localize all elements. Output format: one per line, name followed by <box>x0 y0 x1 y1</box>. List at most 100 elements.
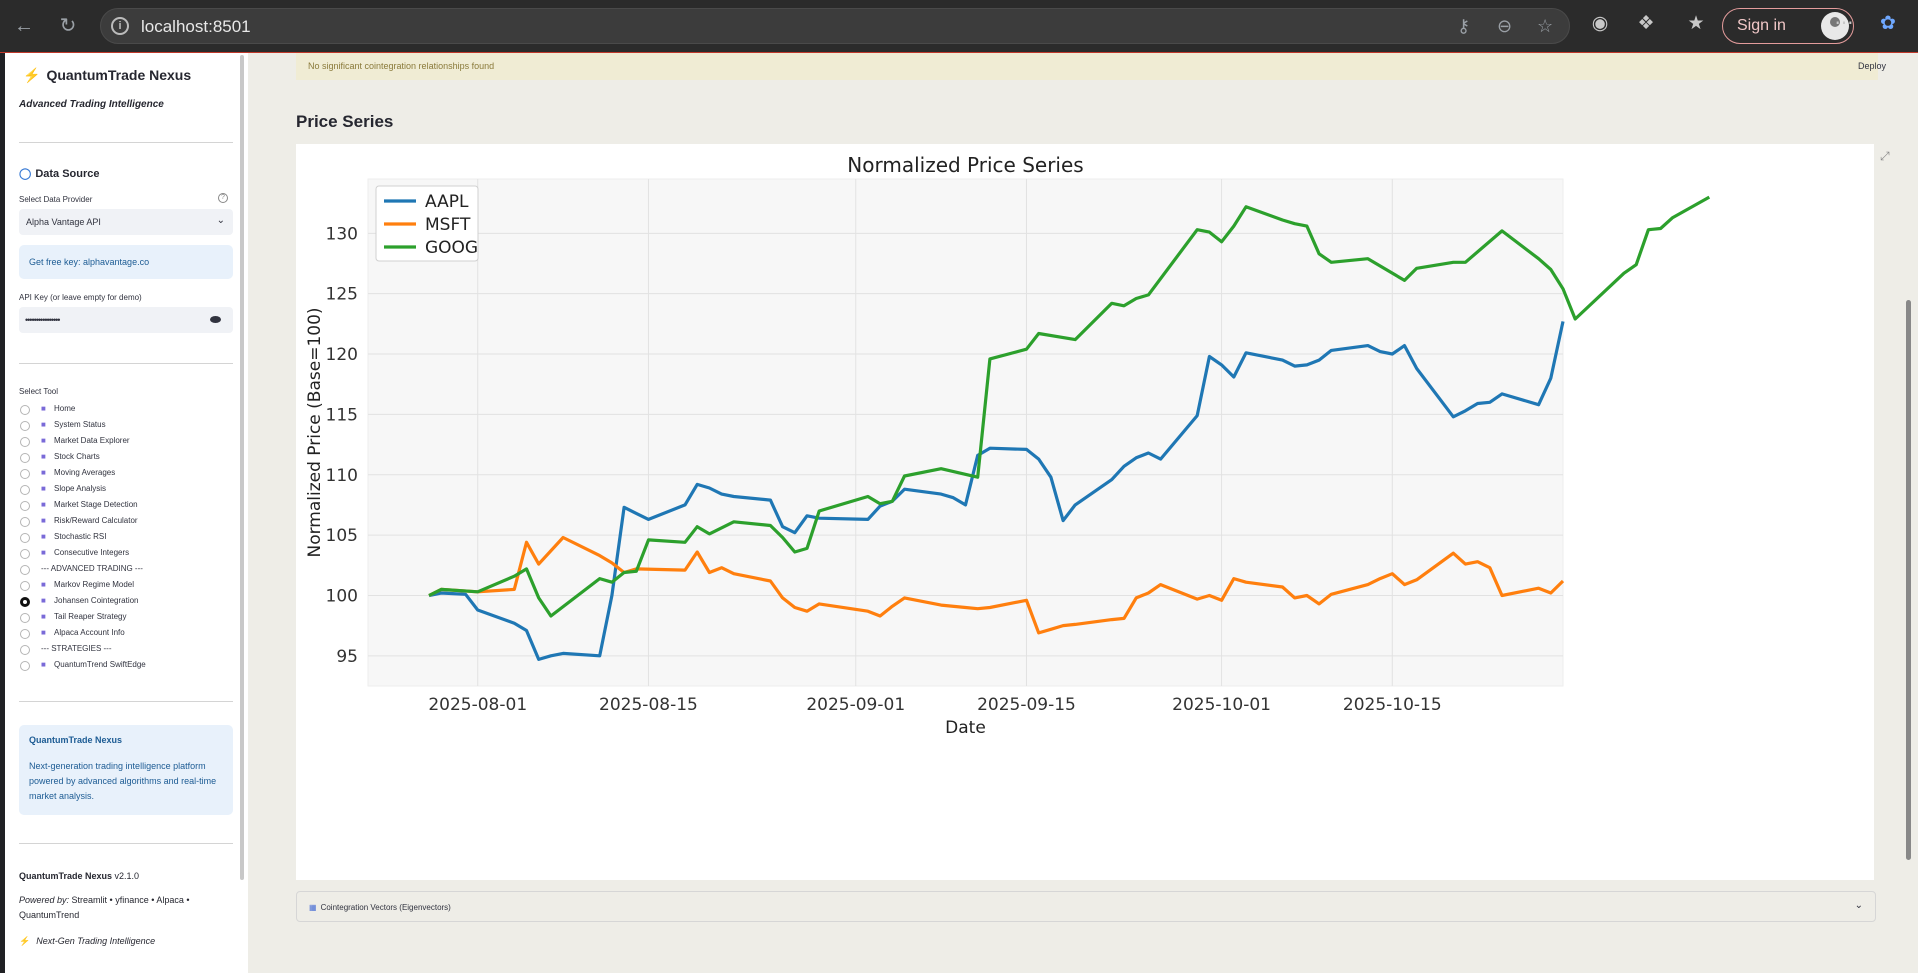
about-box: QuantumTrade Nexus Next-generation tradi… <box>19 725 233 815</box>
puzzle-icon[interactable]: ❖ <box>1632 12 1660 35</box>
chart-icon: ▦ <box>309 903 317 912</box>
favorites-icon[interactable]: ★ <box>1682 12 1710 35</box>
legend-label: MSFT <box>425 215 471 235</box>
radio-button[interactable] <box>20 485 30 495</box>
radio-button[interactable] <box>20 549 30 559</box>
radio-button[interactable] <box>20 661 30 671</box>
tool-option[interactable]: ■ Johansen Cointegration <box>19 595 146 611</box>
more-menu-icon[interactable]: ⋯ <box>1830 12 1858 35</box>
y-tick-label: 110 <box>326 466 358 486</box>
tool-option[interactable]: --- STRATEGIES --- <box>19 643 146 659</box>
tool-option[interactable]: ■ Tail Reaper Strategy <box>19 611 146 627</box>
sidebar-scrollbar[interactable] <box>240 55 244 880</box>
tool-label: Tail Reaper Strategy <box>54 612 127 621</box>
zoom-out-icon[interactable]: ⊖ <box>1497 16 1512 37</box>
cointegration-expander[interactable]: ▦ Cointegration Vectors (Eigenvectors) ⌄ <box>296 891 1876 922</box>
tool-option[interactable]: ■ Consecutive Integers <box>19 547 146 563</box>
info-box: Get free key: alphavantage.co <box>19 245 233 279</box>
tool-option[interactable]: ■ QuantumTrend SwiftEdge <box>19 659 146 675</box>
radio-button[interactable] <box>20 453 30 463</box>
star-icon[interactable]: ☆ <box>1537 16 1553 37</box>
tool-option[interactable]: ■ System Status <box>19 419 146 435</box>
tool-option[interactable]: ■ Alpaca Account Info <box>19 627 146 643</box>
tool-icon: ■ <box>41 660 46 669</box>
radio-button[interactable] <box>20 565 30 575</box>
provider-value: Alpha Vantage API <box>26 217 101 227</box>
x-tick-label: 2025-09-01 <box>806 695 905 715</box>
about-title: QuantumTrade Nexus <box>29 735 123 745</box>
tool-option[interactable]: ■ Stochastic RSI <box>19 531 146 547</box>
radio-button[interactable] <box>20 629 30 639</box>
api-key-value: •••••••••••••••• <box>25 315 60 325</box>
tool-option[interactable]: ■ Stock Charts <box>19 451 146 467</box>
tool-icon: ■ <box>41 452 46 461</box>
data-source-header: ◯ Data Source <box>19 167 100 180</box>
section-title: Price Series <box>296 112 394 131</box>
page-scrollbar[interactable] <box>1906 300 1911 860</box>
tool-option[interactable]: ■ Slope Analysis <box>19 483 146 499</box>
tool-option[interactable]: ■ Risk/Reward Calculator <box>19 515 146 531</box>
tool-option[interactable]: ■ Home <box>19 403 146 419</box>
sidebar: ⚡ QuantumTrade Nexus Advanced Trading Int… <box>5 53 248 973</box>
radio-button[interactable] <box>20 517 30 527</box>
y-tick-label: 100 <box>326 586 358 606</box>
y-tick-label: 130 <box>326 224 358 244</box>
address-bar[interactable]: i localhost:8501 ⚷ ⊖ ☆ <box>100 8 1570 44</box>
lightning-icon: ⚡ <box>19 936 31 946</box>
y-tick-label: 95 <box>336 647 358 667</box>
tool-option[interactable]: ■ Market Data Explorer <box>19 435 146 451</box>
lightning-icon: ⚡ <box>23 67 41 83</box>
radio-button[interactable] <box>20 597 30 607</box>
powered-prefix: Powered by: <box>19 895 70 905</box>
data-source-header-text: Data Source <box>35 168 100 180</box>
radio-button[interactable] <box>20 469 30 479</box>
site-info-icon[interactable]: i <box>111 17 129 35</box>
radio-button[interactable] <box>20 581 30 591</box>
radio-button[interactable] <box>20 405 30 415</box>
provider-select[interactable]: Alpha Vantage API ⌄ <box>19 209 233 235</box>
extension-icon[interactable]: ◉ <box>1586 12 1614 35</box>
url-text[interactable]: localhost:8501 <box>141 17 251 37</box>
tool-label: Market Data Explorer <box>54 436 130 445</box>
tool-label: --- STRATEGIES --- <box>41 644 112 653</box>
tool-option[interactable]: --- ADVANCED TRADING --- <box>19 563 146 579</box>
tool-option[interactable]: ■ Market Stage Detection <box>19 499 146 515</box>
tool-label: Moving Averages <box>54 468 116 477</box>
x-tick-label: 2025-10-15 <box>1343 695 1442 715</box>
fullscreen-icon[interactable]: ⤢ <box>1880 149 1890 164</box>
radio-button[interactable] <box>20 645 30 655</box>
deploy-button[interactable]: Deploy <box>1858 61 1886 71</box>
api-key-input[interactable]: •••••••••••••••• <box>19 307 233 333</box>
chart-container: 95 100 105 110 115 120 125 130 2025-08-01 2025-08… <box>296 144 1874 880</box>
tool-radio-group: ■ Home ■ System Status ■ Market Data Explorer… <box>19 403 146 675</box>
x-tick-label: 2025-10-01 <box>1172 695 1271 715</box>
reload-icon[interactable]: ↻ <box>54 12 82 40</box>
copilot-icon[interactable]: ✿ <box>1874 12 1902 35</box>
radio-button[interactable] <box>20 533 30 543</box>
radio-button[interactable] <box>20 421 30 431</box>
help-icon[interactable]: ? <box>218 193 228 203</box>
key-icon[interactable]: ⚷ <box>1457 16 1470 37</box>
tool-label: --- ADVANCED TRADING --- <box>41 564 143 573</box>
warning-banner: No significant cointegration relationshi… <box>296 53 1878 80</box>
radio-button[interactable] <box>20 437 30 447</box>
sign-in-label: Sign in <box>1737 17 1786 34</box>
tool-icon: ■ <box>41 468 46 477</box>
radio-button[interactable] <box>20 501 30 511</box>
chart-title: Normalized Price Series <box>847 153 1083 177</box>
radio-button[interactable] <box>20 613 30 623</box>
tool-label: QuantumTrend SwiftEdge <box>54 660 146 669</box>
expander-label: Cointegration Vectors (Eigenvectors) <box>320 903 451 912</box>
divider <box>19 701 233 702</box>
divider <box>19 142 233 143</box>
tool-option[interactable]: ■ Moving Averages <box>19 467 146 483</box>
eye-icon[interactable] <box>210 316 221 323</box>
tool-icon: ■ <box>41 628 46 637</box>
tool-icon: ■ <box>41 612 46 621</box>
tool-option[interactable]: ■ Markov Regime Model <box>19 579 146 595</box>
back-arrow-icon[interactable]: ← <box>10 12 38 40</box>
tool-label: Alpaca Account Info <box>54 628 125 637</box>
tool-label: System Status <box>54 420 106 429</box>
main-content: No significant cointegration relationshi… <box>248 53 1918 973</box>
y-tick-label: 115 <box>326 405 358 425</box>
